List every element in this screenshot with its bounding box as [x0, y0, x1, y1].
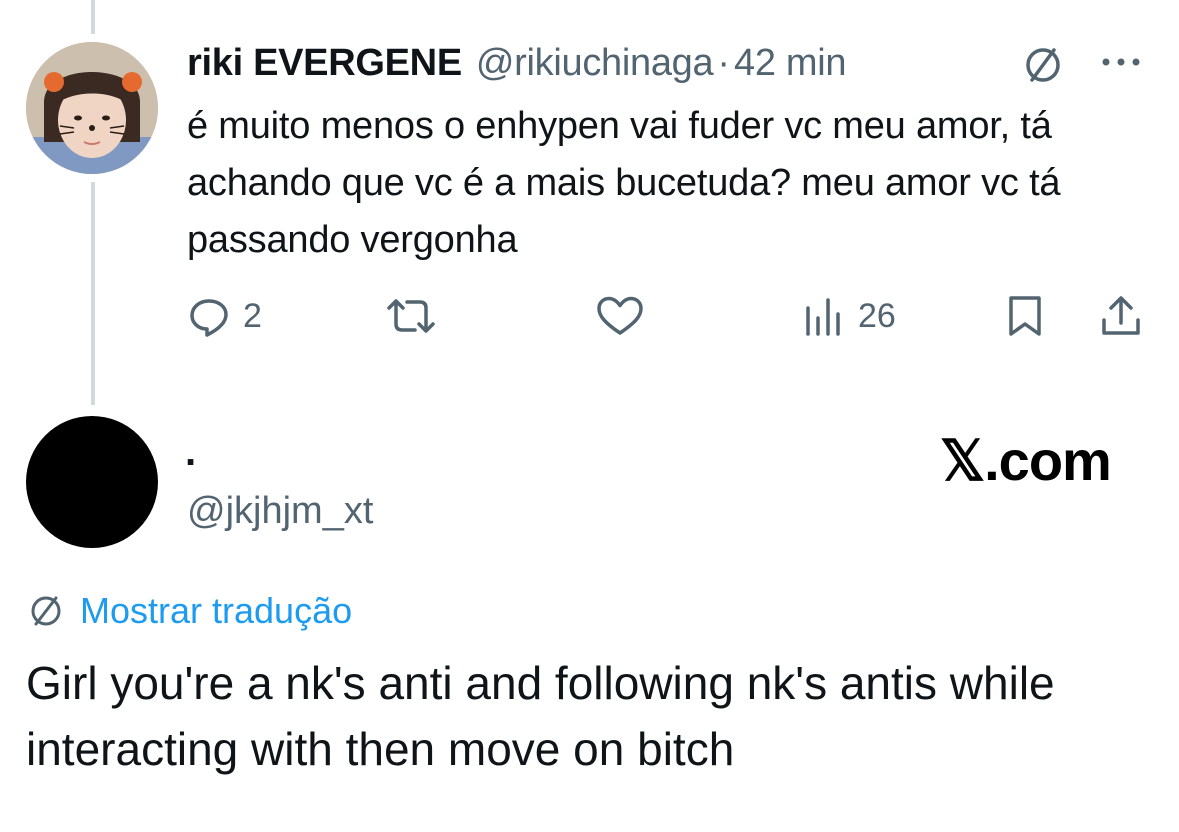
x-watermark: 𝕏.com: [940, 429, 1112, 492]
share-button[interactable]: [1099, 290, 1143, 342]
reply-icon: [190, 299, 228, 337]
bookmark-icon: [1009, 296, 1041, 336]
author-handle[interactable]: @jkjhjm_xt: [187, 490, 373, 533]
reply-button[interactable]: 2: [187, 290, 262, 342]
timestamp[interactable]: 42 min: [734, 42, 847, 85]
share-icon: [1102, 296, 1140, 335]
tweet-actions: 2 26: [187, 290, 1147, 342]
like-button[interactable]: [595, 290, 645, 342]
author-name[interactable]: .: [185, 430, 196, 475]
thread-line-top: [91, 0, 95, 34]
more-icon[interactable]: [1098, 47, 1144, 77]
show-translation-link[interactable]: Mostrar tradução: [26, 590, 352, 632]
globe-translate-icon[interactable]: [1020, 42, 1066, 88]
globe-translate-icon: [31, 596, 61, 626]
retweet-button[interactable]: [383, 290, 439, 342]
bookmark-button[interactable]: [1005, 290, 1045, 342]
thread-line-bottom: [91, 182, 95, 405]
view-count: 26: [858, 296, 896, 335]
heart-icon: [597, 296, 643, 335]
views-button[interactable]: 26: [802, 290, 896, 342]
views-icon: [806, 298, 840, 336]
avatar-photo: [26, 42, 158, 174]
tweet-text: é muito menos o enhypen vai fuder vc meu…: [187, 105, 1061, 261]
tweet-text: Girl you're a nk's anti and following nk…: [26, 657, 1055, 775]
reply-count: 2: [243, 296, 262, 335]
tweet-header: riki EVERGENE @rikiuchinaga · 42 min: [187, 38, 847, 88]
avatar[interactable]: [26, 416, 158, 548]
author-name[interactable]: riki EVERGENE: [187, 42, 462, 85]
show-translation-label: Mostrar tradução: [80, 590, 353, 631]
avatar[interactable]: [26, 42, 158, 174]
retweet-icon: [387, 299, 435, 333]
separator-dot: ·: [717, 41, 730, 84]
author-handle[interactable]: @rikiuchinaga: [476, 42, 714, 85]
